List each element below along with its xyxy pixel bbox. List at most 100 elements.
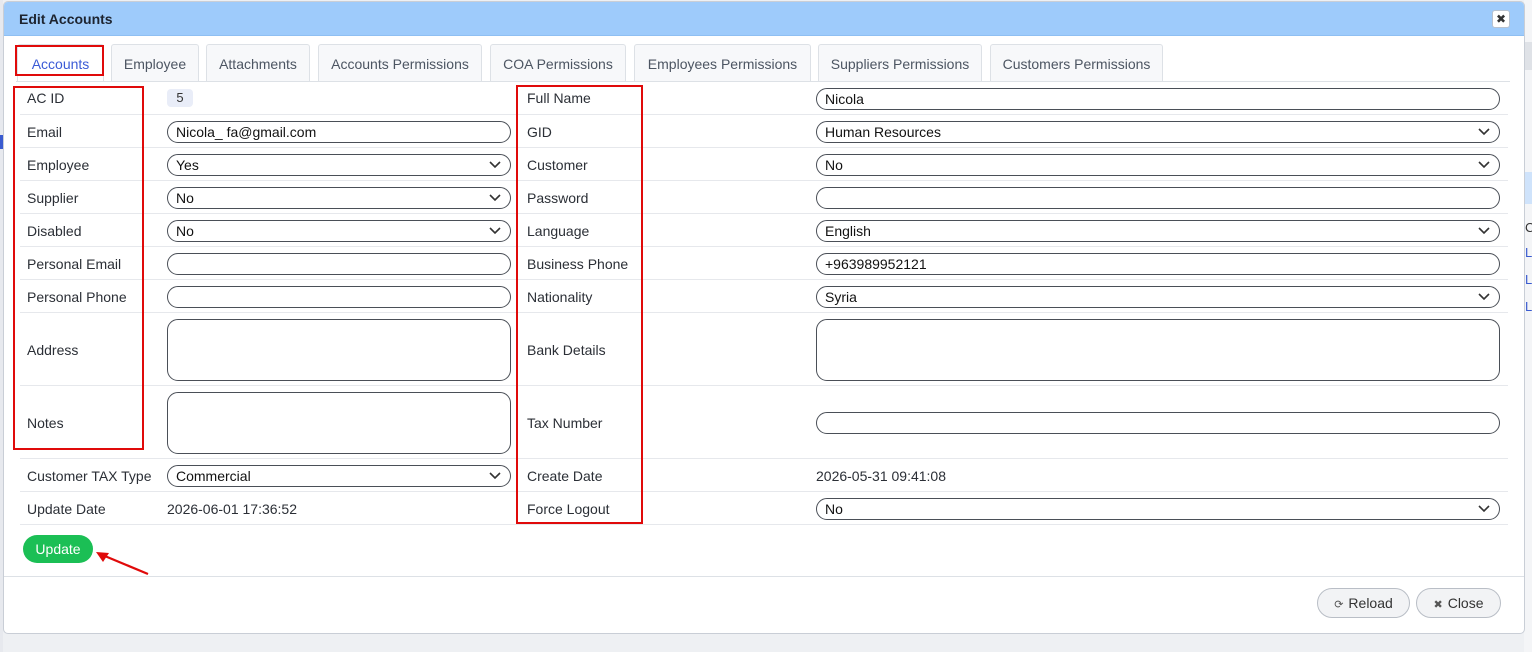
row-divider — [20, 491, 1508, 492]
language-select[interactable]: English — [816, 220, 1500, 242]
row-divider — [20, 180, 1508, 181]
label-address: Address — [27, 342, 79, 358]
gid-select-value: Human Resources — [825, 124, 941, 140]
force-logout-select-value: No — [825, 501, 843, 517]
tax-number-field[interactable] — [816, 412, 1500, 434]
row-divider — [20, 279, 1508, 280]
business-phone-field[interactable]: +963989952121 — [816, 253, 1500, 275]
tab-accounts-permissions[interactable]: Accounts Permissions — [318, 44, 482, 82]
chevron-down-icon — [489, 189, 501, 207]
chevron-down-icon — [1478, 500, 1490, 518]
tab-divider — [16, 81, 1510, 82]
update-button[interactable]: Update — [23, 535, 93, 563]
chevron-down-icon — [489, 467, 501, 485]
supplier-select[interactable]: No — [167, 187, 511, 209]
footer-divider — [4, 576, 1524, 577]
label-employee: Employee — [27, 157, 90, 173]
background-text-fragment: C — [1525, 220, 1532, 235]
label-gid: GID — [527, 124, 552, 140]
email-field[interactable]: Nicola_ fa@gmail.com — [167, 121, 511, 143]
background-block — [1524, 42, 1532, 70]
label-business-phone: Business Phone — [527, 256, 629, 272]
disabled-select-value: No — [176, 223, 194, 239]
supplier-select-value: No — [176, 190, 194, 206]
notes-textarea[interactable] — [167, 392, 511, 454]
update-date-value: 2026-06-01 17:36:52 — [167, 501, 297, 517]
row-divider — [20, 385, 1508, 386]
row-divider — [20, 458, 1508, 459]
label-password: Password — [527, 190, 589, 206]
dialog-title: Edit Accounts — [19, 11, 113, 27]
annotation-arrow-icon — [96, 552, 149, 576]
disabled-select[interactable]: No — [167, 220, 511, 242]
customer-select-value: No — [825, 157, 843, 173]
employee-select-value: Yes — [176, 157, 199, 173]
label-customer-tax-type: Customer TAX Type — [27, 468, 152, 484]
background-app-right-edge: C L L L — [1524, 0, 1532, 652]
background-link-fragment[interactable]: L — [1525, 299, 1532, 314]
chevron-down-icon — [489, 156, 501, 174]
label-create-date: Create Date — [527, 468, 603, 484]
dialog-titlebar[interactable]: Edit Accounts ✖ — [4, 2, 1524, 36]
label-email: Email — [27, 124, 63, 140]
personal-phone-field[interactable] — [167, 286, 511, 308]
tab-suppliers-permissions[interactable]: Suppliers Permissions — [818, 44, 982, 82]
row-divider — [20, 246, 1508, 247]
ac-id-value: 5 — [167, 89, 193, 107]
create-date-value: 2026-05-31 09:41:08 — [816, 468, 946, 484]
background-link-fragment[interactable]: L — [1525, 245, 1532, 260]
label-supplier: Supplier — [27, 190, 79, 206]
label-nationality: Nationality — [527, 289, 593, 305]
nationality-select-value: Syria — [825, 289, 857, 305]
tab-customers-permissions[interactable]: Customers Permissions — [990, 44, 1163, 82]
nationality-select[interactable]: Syria — [816, 286, 1500, 308]
tab-coa-permissions[interactable]: COA Permissions — [490, 44, 626, 82]
reload-button[interactable]: ⟳ Reload — [1317, 588, 1410, 618]
customer-tax-type-select[interactable]: Commercial — [167, 465, 511, 487]
reload-label: Reload — [1348, 595, 1393, 611]
customer-tax-type-value: Commercial — [176, 468, 251, 484]
label-bank-details: Bank Details — [527, 342, 606, 358]
label-customer: Customer — [527, 157, 588, 173]
label-force-logout: Force Logout — [527, 501, 610, 517]
row-divider — [20, 147, 1508, 148]
gid-select[interactable]: Human Resources — [816, 121, 1500, 143]
tab-employees-permissions[interactable]: Employees Permissions — [634, 44, 811, 82]
label-personal-phone: Personal Phone — [27, 289, 127, 305]
label-update-date: Update Date — [27, 501, 106, 517]
tab-accounts[interactable]: Accounts — [17, 44, 104, 82]
chevron-down-icon — [489, 222, 501, 240]
row-divider — [20, 312, 1508, 313]
tab-attachments[interactable]: Attachments — [206, 44, 310, 82]
close-x-icon[interactable]: ✖ — [1492, 10, 1510, 28]
chevron-down-icon — [1478, 123, 1490, 141]
close-button[interactable]: ✖ Close — [1416, 588, 1501, 618]
language-select-value: English — [825, 223, 871, 239]
bank-details-textarea[interactable] — [816, 319, 1500, 381]
tab-employee[interactable]: Employee — [111, 44, 199, 82]
customer-select[interactable]: No — [816, 154, 1500, 176]
full-name-field[interactable]: Nicola — [816, 88, 1500, 110]
address-textarea[interactable] — [167, 319, 511, 381]
employee-select[interactable]: Yes — [167, 154, 511, 176]
background-block — [1524, 172, 1532, 204]
chevron-down-icon — [1478, 222, 1490, 240]
label-disabled: Disabled — [27, 223, 82, 239]
personal-email-field[interactable] — [167, 253, 511, 275]
background-link-fragment[interactable]: L — [1525, 272, 1532, 287]
close-label: Close — [1447, 595, 1484, 611]
label-full-name: Full Name — [527, 90, 591, 106]
password-field[interactable] — [816, 187, 1500, 209]
row-divider — [20, 213, 1508, 214]
chevron-down-icon — [1478, 156, 1490, 174]
label-tax-number: Tax Number — [527, 415, 603, 431]
label-notes: Notes — [27, 415, 64, 431]
force-logout-select[interactable]: No — [816, 498, 1500, 520]
label-personal-email: Personal Email — [27, 256, 122, 272]
edit-accounts-dialog: Edit Accounts ✖ Accounts Employee Attach… — [3, 1, 1525, 634]
chevron-down-icon — [1478, 288, 1490, 306]
row-divider — [20, 114, 1508, 115]
label-language: Language — [527, 223, 590, 239]
close-x-icon: ✖ — [1433, 599, 1443, 611]
label-ac-id: AC ID — [27, 90, 65, 106]
